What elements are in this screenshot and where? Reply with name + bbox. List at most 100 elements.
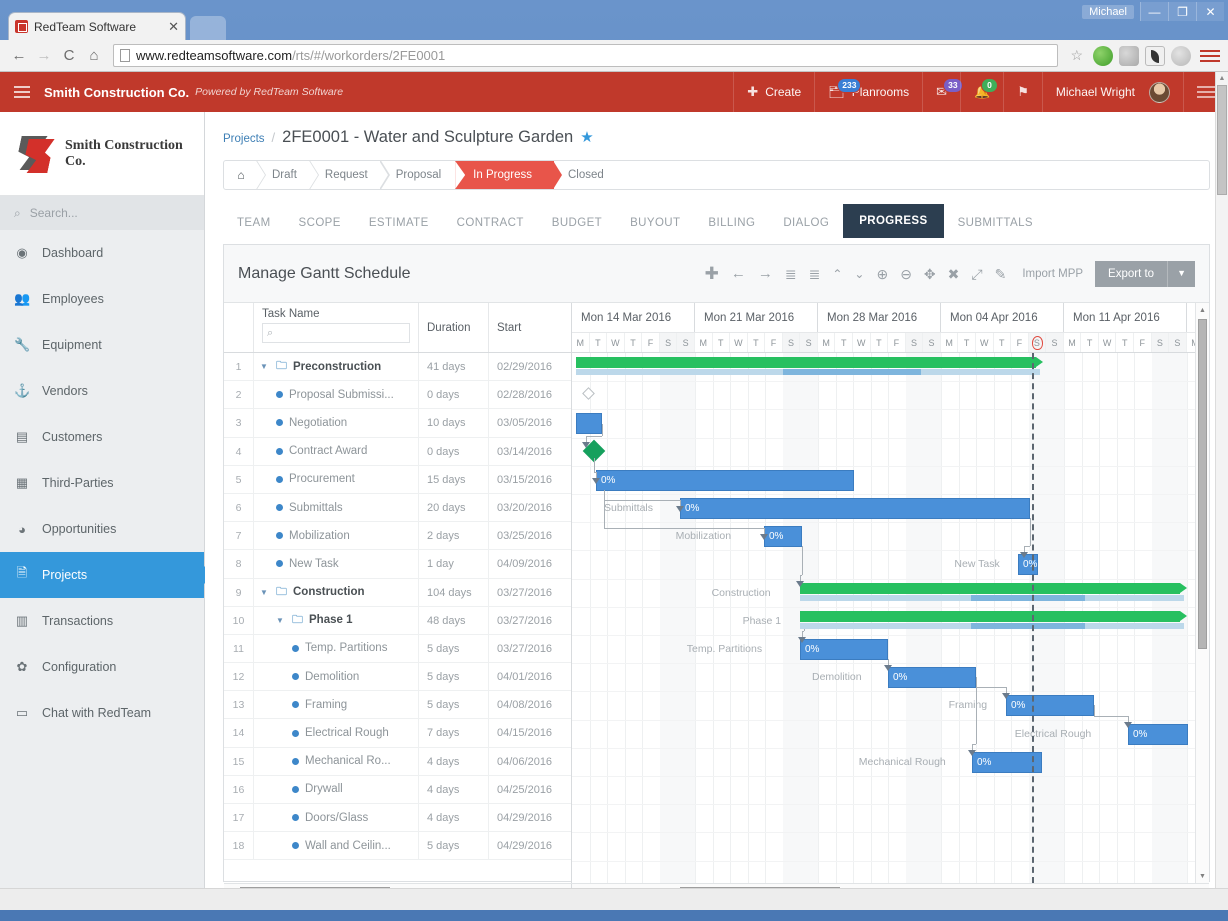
task-name-cell[interactable]: Doors/Glass (254, 804, 419, 831)
table-row[interactable]: 8New Task1 day04/09/2016 (224, 550, 571, 578)
zoom-in-icon[interactable]: ⊕ (876, 267, 888, 281)
sidebar-item-vendors[interactable]: ⚓Vendors (0, 368, 204, 414)
sidebar-item-opportunities[interactable]: ◕Opportunities (0, 506, 204, 552)
task-name-cell[interactable]: Electrical Rough (254, 719, 419, 746)
favorite-star-icon[interactable]: ★ (580, 128, 593, 146)
extension-4-icon[interactable] (1171, 46, 1191, 66)
tab-scope[interactable]: SCOPE (285, 208, 355, 238)
extension-1-icon[interactable] (1093, 46, 1113, 66)
table-row[interactable]: 14Electrical Rough7 days04/15/2016 (224, 719, 571, 747)
task-name-cell[interactable]: Negotiation (254, 409, 419, 436)
sidebar-item-chat[interactable]: ▭Chat with RedTeam (0, 690, 204, 736)
forward-icon[interactable]: → (33, 45, 55, 67)
task-bar[interactable]: 0% (1128, 724, 1188, 745)
table-row[interactable]: 17Doors/Glass4 days04/29/2016 (224, 804, 571, 832)
export-to-button[interactable]: Export to (1095, 261, 1167, 287)
app-menu-icon[interactable] (0, 86, 44, 98)
zoom-out-icon[interactable]: ⊖ (900, 267, 912, 281)
tab-submittals[interactable]: SUBMITTALS (944, 208, 1047, 238)
task-name-cell[interactable]: Wall and Ceilin... (254, 832, 419, 859)
tab-close-icon[interactable]: ✕ (164, 19, 179, 35)
messages-button[interactable]: ✉ 33 (922, 72, 960, 112)
flag-button[interactable]: ⚑ (1003, 72, 1042, 112)
summary-bar[interactable] (800, 611, 1180, 622)
minimize-button[interactable]: — (1140, 2, 1168, 21)
browser-tab[interactable]: RedTeam Software ✕ (8, 12, 186, 40)
summary-bar[interactable] (800, 583, 1180, 594)
expand-all-icon[interactable]: ⌄ (854, 268, 864, 280)
table-row[interactable]: 15Mechanical Ro...4 days04/06/2016 (224, 748, 571, 776)
expand-caret-icon[interactable]: ▼ (276, 616, 286, 625)
page-scrollbar[interactable]: ▲ (1215, 72, 1228, 910)
stage-request[interactable]: Request (311, 161, 382, 189)
task-name-cell[interactable]: ▼🗀Phase 1 (254, 607, 419, 634)
outdent-left-icon[interactable]: ← (731, 266, 746, 281)
expand-caret-icon[interactable]: ▼ (260, 362, 270, 371)
tab-progress[interactable]: PROGRESS (843, 204, 943, 238)
fit-to-screen-icon[interactable]: ✥ (924, 267, 936, 281)
table-row[interactable]: 4Contract Award0 days03/14/2016 (224, 438, 571, 466)
stage-home-button[interactable]: ⌂ (224, 161, 258, 189)
task-name-cell[interactable]: Drywall (254, 776, 419, 803)
tab-buyout[interactable]: BUYOUT (616, 208, 694, 238)
task-name-cell[interactable]: Procurement (254, 466, 419, 493)
tab-dialog[interactable]: DIALOG (769, 208, 843, 238)
table-row[interactable]: 12Demolition5 days04/01/2016 (224, 663, 571, 691)
table-row[interactable]: 9▼🗀Construction104 days03/27/2016 (224, 579, 571, 607)
export-caret-icon[interactable]: ▼ (1167, 261, 1195, 287)
task-name-cell[interactable]: Submittals (254, 494, 419, 521)
sidebar-item-transactions[interactable]: ▥Transactions (0, 598, 204, 644)
task-name-cell[interactable]: Mobilization (254, 522, 419, 549)
table-row[interactable]: 13Framing5 days04/08/2016 (224, 691, 571, 719)
task-bar[interactable] (576, 413, 602, 434)
sidebar-item-dashboard[interactable]: ◉Dashboard (0, 230, 204, 276)
task-bar[interactable]: 0% (888, 667, 976, 688)
task-bar[interactable]: 0% (764, 526, 802, 547)
close-window-button[interactable]: ✕ (1196, 2, 1224, 21)
collapse-all-icon[interactable]: ⌃ (832, 268, 842, 280)
task-name-cell[interactable]: Framing (254, 691, 419, 718)
import-mpp-button[interactable]: Import MPP (1022, 268, 1083, 280)
tab-estimate[interactable]: ESTIMATE (355, 208, 443, 238)
window-user-label[interactable]: Michael (1082, 5, 1134, 19)
back-icon[interactable]: ← (8, 45, 30, 67)
table-row[interactable]: 6Submittals20 days03/20/2016 (224, 494, 571, 522)
tab-contract[interactable]: CONTRACT (443, 208, 538, 238)
task-name-cell[interactable]: Demolition (254, 663, 419, 690)
task-name-cell[interactable]: New Task (254, 550, 419, 577)
gantt-vscroll-thumb[interactable] (1198, 319, 1207, 649)
tab-billing[interactable]: BILLING (694, 208, 769, 238)
reload-icon[interactable]: C (58, 45, 80, 67)
sidebar-item-customers[interactable]: ▤Customers (0, 414, 204, 460)
summary-bar[interactable] (576, 357, 1036, 368)
sidebar-item-employees[interactable]: 👥Employees (0, 276, 204, 322)
sidebar-item-configuration[interactable]: ✿Configuration (0, 644, 204, 690)
table-row[interactable]: 3Negotiation10 days03/05/2016 (224, 409, 571, 437)
expand-view-icon[interactable]: ⤢ (971, 267, 982, 281)
tab-budget[interactable]: BUDGET (538, 208, 616, 238)
sidebar-item-projects[interactable]: 🗎Projects (0, 552, 204, 598)
task-name-cell[interactable]: Proposal Submissi... (254, 381, 419, 408)
create-button[interactable]: ✚ Create (733, 72, 814, 112)
task-bar[interactable]: 0% (800, 639, 888, 660)
indent-right-icon[interactable]: → (758, 266, 773, 281)
table-row[interactable]: 7Mobilization2 days03/25/2016 (224, 522, 571, 550)
stage-in-progress[interactable]: In Progress (455, 161, 554, 189)
table-row[interactable]: 11Temp. Partitions5 days03/27/2016 (224, 635, 571, 663)
stage-proposal[interactable]: Proposal (382, 161, 455, 189)
page-scroll-up-icon[interactable]: ▲ (1216, 72, 1228, 85)
new-tab-button[interactable] (190, 16, 226, 40)
gantt-vertical-scrollbar[interactable]: ▲ ▼ (1195, 303, 1209, 883)
breadcrumb-projects-link[interactable]: Projects (223, 133, 265, 145)
maximize-button[interactable]: ❐ (1168, 2, 1196, 21)
address-bar[interactable]: www.redteamsoftware.com/rts/#/workorders… (113, 44, 1058, 67)
delete-task-icon[interactable]: ✖ (948, 267, 960, 281)
sidebar-item-equipment[interactable]: 🔧Equipment (0, 322, 204, 368)
task-bar[interactable]: 0% (680, 498, 1030, 519)
extension-2-icon[interactable] (1119, 46, 1139, 66)
table-row[interactable]: 2Proposal Submissi...0 days02/28/2016 (224, 381, 571, 409)
outdent-icon[interactable]: ≣ (809, 267, 821, 281)
task-name-cell[interactable]: Temp. Partitions (254, 635, 419, 662)
task-name-cell[interactable]: ▼🗀Preconstruction (254, 353, 419, 380)
scroll-up-icon[interactable]: ▲ (1196, 303, 1209, 317)
